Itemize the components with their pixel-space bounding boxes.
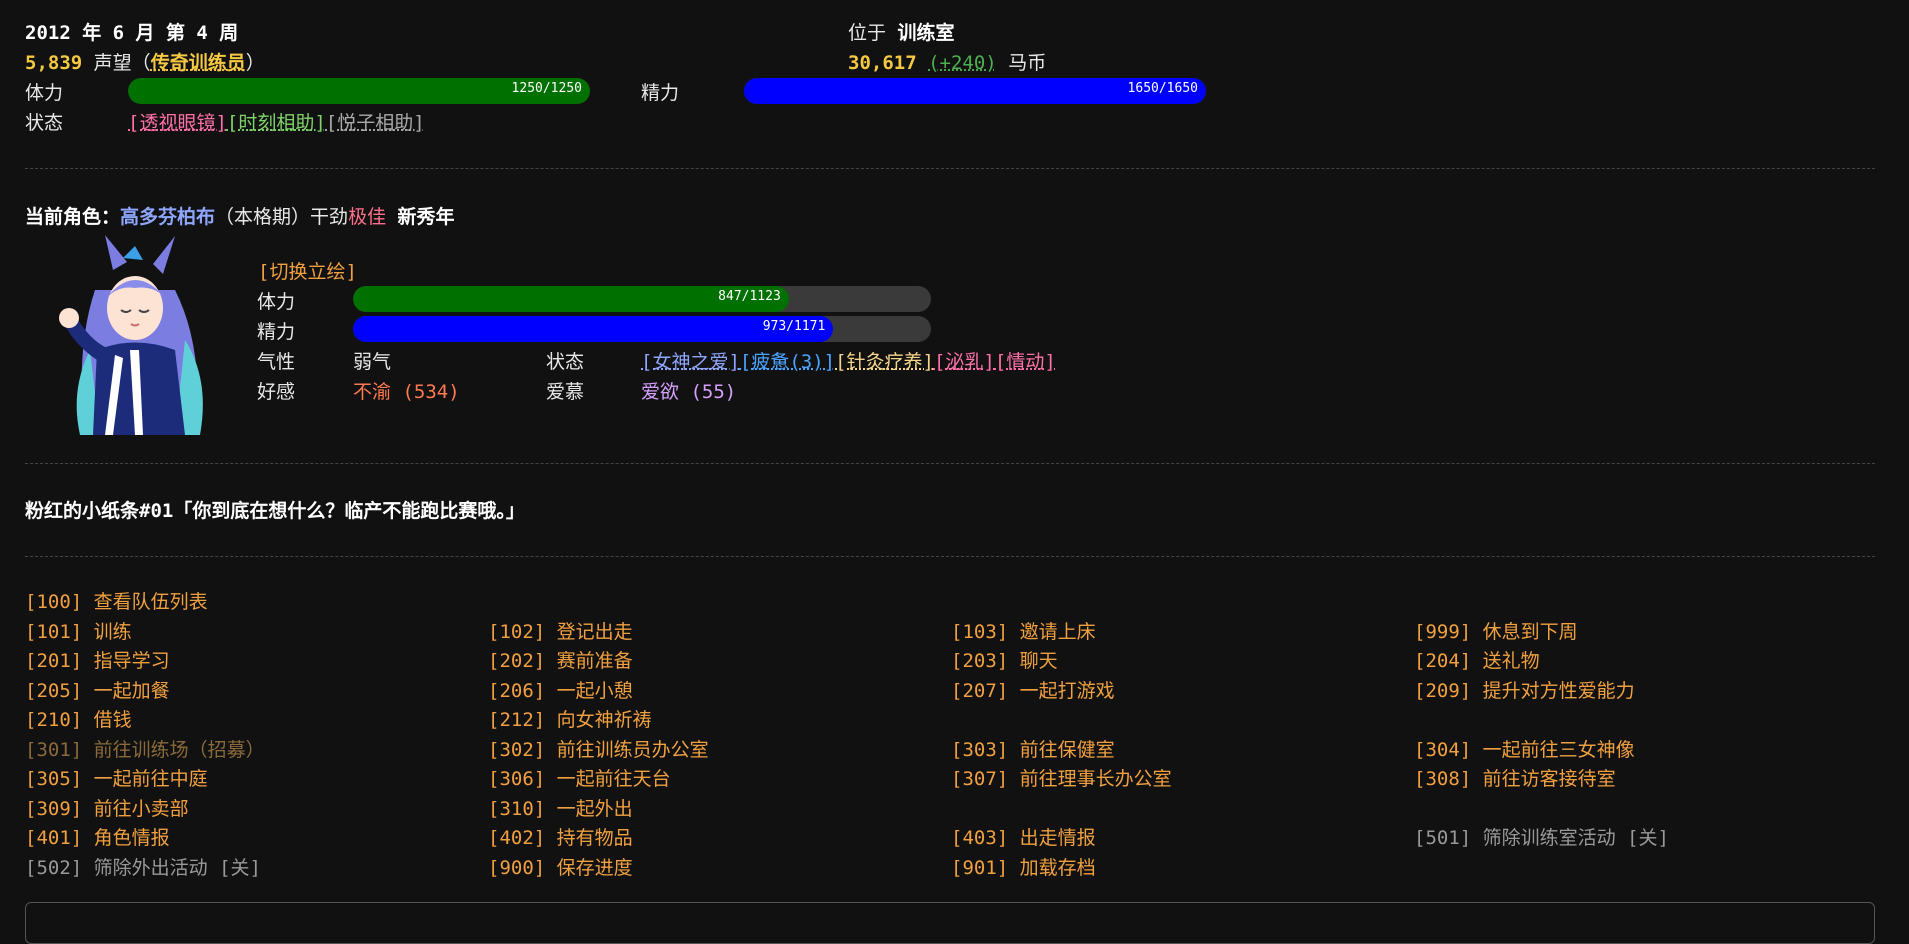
menu-item-206[interactable]: [206] 一起小憩 [488,676,633,703]
divider-3 [25,556,1875,557]
menu-item-100[interactable]: [100] 查看队伍列表 [25,587,208,614]
menu-item-306[interactable]: [306] 一起前往天台 [488,764,671,791]
menu-item-900[interactable]: [900] 保存进度 [488,853,633,880]
char-stamina-fill: 847/1123 [353,286,789,312]
char-energy-text: 973/1171 [762,319,826,334]
menu-item-212[interactable]: [212] 向女神祈祷 [488,705,652,732]
status-tag-moment-help[interactable]: [时刻相助] [227,112,326,134]
char-status-tags: [女神之爱][疲惫(3)][针灸疗养][泌乳][情动] [641,347,1056,374]
temper-label: 气性 [257,351,296,373]
money-value: 30,617 [848,52,917,74]
character-name: 高多芬柏布 [120,206,216,228]
menu-item-205[interactable]: [205] 一起加餐 [25,676,170,703]
divider-1 [25,168,1875,169]
affection-value: 不渝 (534) [353,381,460,403]
menu-item-201[interactable]: [201] 指导学习 [25,646,170,673]
character-year-tag: 新秀年 [397,206,455,228]
char-stamina-label: 体力 [257,291,296,313]
divider-2 [25,463,1875,464]
reputation-label: 声望 [93,52,132,74]
menu-item-403[interactable]: [403] 出走情报 [951,823,1096,850]
char-stamina-text: 847/1123 [718,289,781,304]
menu-item-401[interactable]: [401] 角色情报 [25,823,170,850]
menu-item-402[interactable]: [402] 持有物品 [488,823,633,850]
char-energy-label: 精力 [257,321,296,343]
status-tag-see-through-glasses[interactable]: [透视眼镜] [128,112,227,134]
switch-portrait-button[interactable]: [切换立绘] [258,257,357,284]
note-text: 「你到底在想什么？临产不能跑比赛哦。」 [173,500,525,522]
menu-item-305[interactable]: [305] 一起前往中庭 [25,764,208,791]
menu-item-204[interactable]: [204] 送礼物 [1414,646,1540,673]
menu-item-101[interactable]: [101] 训练 [25,617,132,644]
money-delta: (+240) [928,52,997,74]
location-name: 训练室 [897,22,955,44]
location-label: 位于 [848,22,887,44]
reputation-value: 5,839 [25,52,83,74]
player-stamina-bar: 1250/1250 [128,78,590,104]
character-period: （本格期） [215,206,311,228]
character-portrait-image [59,235,203,435]
menu-item-309[interactable]: [309] 前往小卖部 [25,794,189,821]
love-label: 爱慕 [546,381,585,403]
player-status-tags: [透视眼镜][时刻相助][悦子相助] [128,108,425,135]
menu-item-301[interactable]: [301] 前往训练场（招募） [25,735,265,762]
menu-item-307[interactable]: [307] 前往理事长办公室 [951,764,1172,791]
char-energy-fill: 973/1171 [353,316,834,342]
menu-item-202[interactable]: [202] 赛前准备 [488,646,633,673]
menu-item-502[interactable]: [502] 筛除外出活动 [关] [25,853,261,880]
char-energy-bar: 973/1171 [353,316,931,342]
menu-item-210[interactable]: [210] 借钱 [25,705,132,732]
love-value: 爱欲 (55) [641,381,737,403]
menu-item-303[interactable]: [303] 前往保健室 [951,735,1115,762]
player-stamina-label: 体力 [25,82,64,104]
menu-item-203[interactable]: [203] 聊天 [951,646,1058,673]
drive-label: 干劲 [310,206,349,228]
drive-value: 极佳 [348,206,387,228]
rank-title[interactable]: 传奇训练员 [151,52,246,74]
temper-value: 弱气 [353,351,392,373]
location-line: 位于 训练室 [848,18,954,45]
rank-close: ） [245,52,265,74]
date-label: 2012 年 6 月 第 4 周 [25,22,239,44]
menu-item-207[interactable]: [207] 一起打游戏 [951,676,1115,703]
player-energy-bar: 1650/1650 [744,78,1206,104]
status-tag-lactation[interactable]: [泌乳] [934,351,995,373]
menu-item-901[interactable]: [901] 加载存档 [951,853,1096,880]
command-input-box[interactable] [25,902,1875,944]
menu-item-302[interactable]: [302] 前往训练员办公室 [488,735,709,762]
status-tag-goddess-love[interactable]: [女神之爱] [641,351,740,373]
menu-item-209[interactable]: [209] 提升对方性爱能力 [1414,676,1635,703]
status-tag-arousal[interactable]: [情动] [995,351,1056,373]
player-energy-label: 精力 [641,82,680,104]
player-stamina-text: 1250/1250 [511,81,582,96]
money-unit: 马币 [1008,52,1047,74]
note-title: 粉红的小纸条#01 [25,500,174,522]
menu-item-304[interactable]: [304] 一起前往三女神像 [1414,735,1635,762]
reputation-line: 5,839 声望（传奇训练员） [25,48,265,75]
money-line: 30,617 (+240) 马币 [848,48,1046,75]
menu-item-310[interactable]: [310] 一起外出 [488,794,633,821]
affection-label: 好感 [257,381,296,403]
pink-note: 粉红的小纸条#01「你到底在想什么？临产不能跑比赛哦。」 [25,496,525,523]
char-status-label: 状态 [546,351,585,373]
menu-item-501[interactable]: [501] 筛除训练室活动 [关] [1414,823,1669,850]
char-stamina-bar: 847/1123 [353,286,931,312]
player-energy-text: 1650/1650 [1127,81,1198,96]
menu-item-999[interactable]: [999] 休息到下周 [1414,617,1578,644]
character-line: 当前角色：高多芬柏布（本格期）干劲极佳 新秀年 [25,202,455,229]
status-tag-fatigue[interactable]: [疲惫(3)] [740,351,835,373]
player-status-label: 状态 [25,112,64,134]
status-tag-acupuncture[interactable]: [针灸疗养] [835,351,934,373]
menu-item-308[interactable]: [308] 前往访客接待室 [1414,764,1616,791]
menu-item-103[interactable]: [103] 邀请上床 [951,617,1096,644]
rank-open: （ [131,52,151,74]
status-tag-etsuko-help[interactable]: [悦子相助] [326,112,425,134]
character-portrait[interactable] [35,230,225,435]
character-prefix: 当前角色： [25,206,121,228]
menu-item-102[interactable]: [102] 登记出走 [488,617,633,644]
